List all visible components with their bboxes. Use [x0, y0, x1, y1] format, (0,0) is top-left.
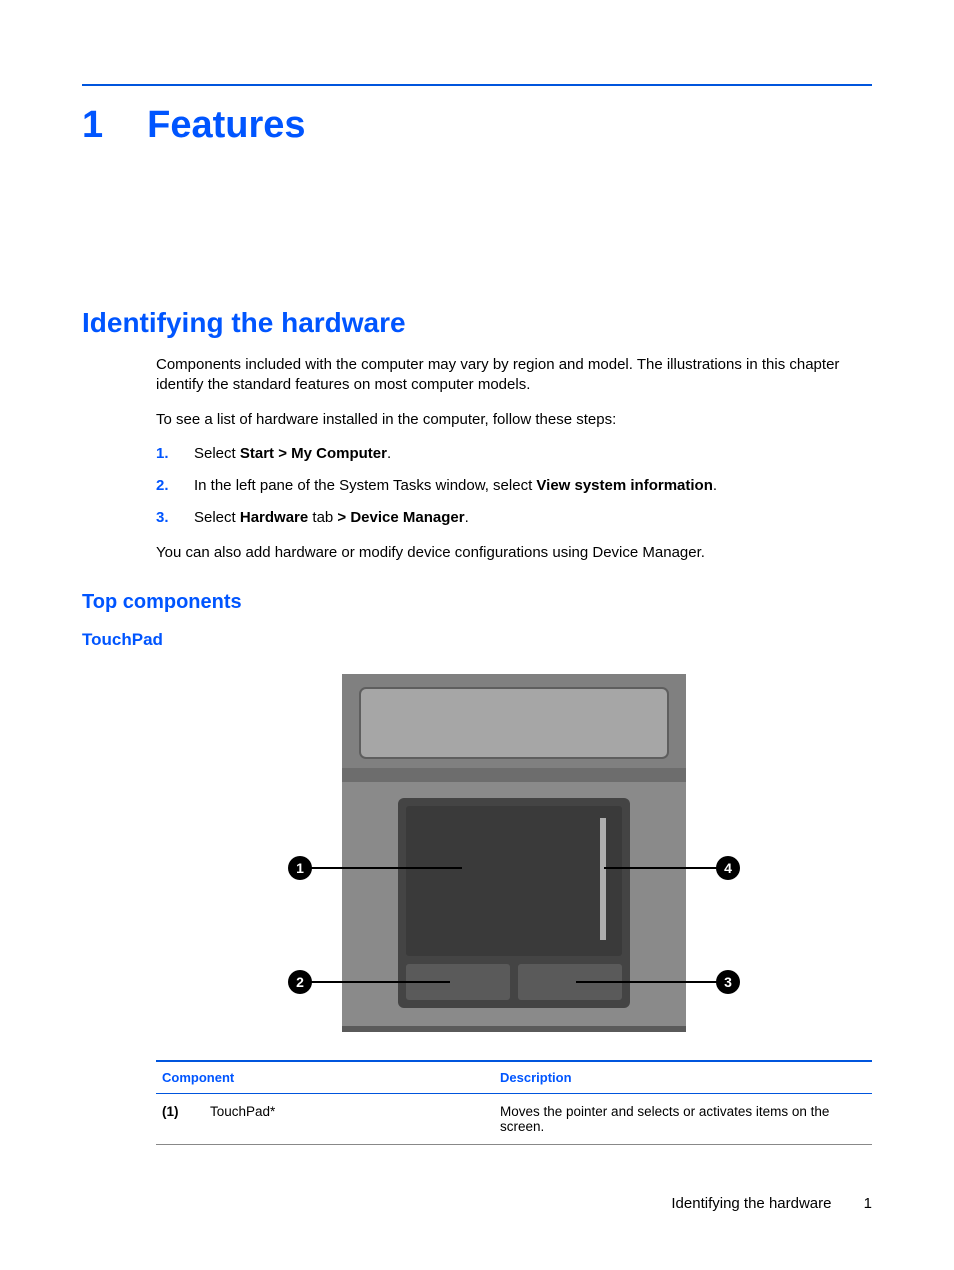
step-text: In the left pane of the System Tasks win…: [194, 476, 872, 496]
touchpad-diagram: 1 2 3 4: [284, 668, 744, 1038]
row-name: TouchPad*: [204, 1093, 494, 1144]
callout-1: 1: [296, 860, 304, 876]
paragraph-device-manager: You can also add hardware or modify devi…: [156, 543, 872, 563]
step-text: Select Hardware tab > Device Manager.: [194, 508, 872, 528]
step-number: 3.: [156, 508, 172, 528]
paragraph-steps-lead: To see a list of hardware installed in t…: [156, 410, 872, 430]
chapter-heading: 1 Features: [82, 104, 872, 147]
touchpad-figure: 1 2 3 4: [156, 668, 872, 1038]
section-touchpad: TouchPad: [82, 630, 872, 650]
steps-list: 1. Select Start > My Computer. 2. In the…: [156, 444, 872, 529]
paragraph-intro: Components included with the computer ma…: [156, 355, 872, 396]
row-index: (1): [156, 1093, 204, 1144]
step-2: 2. In the left pane of the System Tasks …: [156, 476, 872, 496]
footer-text: Identifying the hardware: [671, 1195, 831, 1212]
chapter-title: Features: [147, 104, 305, 147]
header-description: Description: [494, 1061, 872, 1094]
row-desc: Moves the pointer and selects or activat…: [494, 1093, 872, 1144]
component-table: Component Description (1) TouchPad* Move…: [156, 1060, 872, 1145]
chapter-number: 1: [82, 104, 103, 147]
step-text: Select Start > My Computer.: [194, 444, 872, 464]
section-identifying-hardware: Identifying the hardware: [82, 307, 872, 339]
table-row: (1) TouchPad* Moves the pointer and sele…: [156, 1093, 872, 1144]
step-number: 1.: [156, 444, 172, 464]
page-footer: Identifying the hardware 1: [671, 1195, 872, 1212]
heading-rule: [82, 84, 872, 86]
section-top-components: Top components: [82, 591, 872, 614]
callout-4: 4: [724, 860, 732, 876]
step-number: 2.: [156, 476, 172, 496]
step-3: 3. Select Hardware tab > Device Manager.: [156, 508, 872, 528]
header-component: Component: [156, 1061, 494, 1094]
step-1: 1. Select Start > My Computer.: [156, 444, 872, 464]
callout-3: 3: [724, 974, 732, 990]
callout-2: 2: [296, 974, 304, 990]
footer-page-number: 1: [864, 1195, 872, 1212]
